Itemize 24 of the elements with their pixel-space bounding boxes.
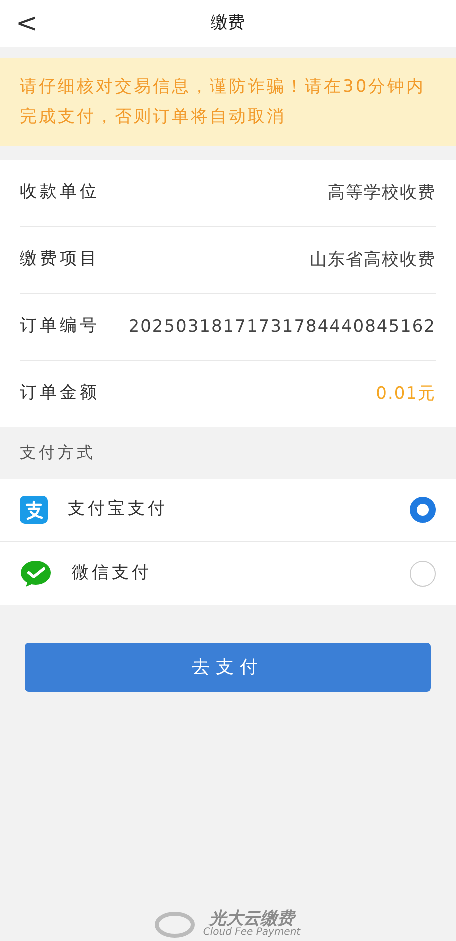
radio-button[interactable]: [410, 497, 436, 523]
field-label: 收款单位: [20, 181, 100, 204]
field-value: 山东省高校收费: [310, 249, 436, 272]
page-title: 缴费: [211, 12, 245, 35]
cloud-logo-icon: [155, 912, 196, 938]
brand-tagline: Cloud Fee Payment: [203, 928, 301, 938]
pay-button[interactable]: 去支付: [25, 643, 431, 692]
payment-name: 微信支付: [72, 562, 153, 585]
chat-bubble-icon: [20, 560, 52, 588]
radio-button[interactable]: [410, 560, 436, 586]
warning-banner: 请仔细核对交易信息，谨防诈骗！请在30分钟内完成支付，否则订单将自动取消: [0, 58, 456, 146]
field-value: 0.01元: [376, 383, 436, 406]
field-value: 高等学校收费: [328, 182, 436, 205]
payment-option[interactable]: 支付宝支付: [0, 479, 456, 542]
section-label: 支付方式: [20, 443, 96, 462]
payment-app-icon: [20, 496, 48, 524]
field-value: 20250318171731784440845162: [128, 316, 436, 339]
brand-name: 光大云缴费: [210, 911, 294, 928]
field-label: 订单编号: [20, 315, 100, 338]
field-label: 订单金额: [20, 382, 100, 405]
field-label: 缴费项目: [20, 248, 100, 271]
payment-name: 支付宝支付: [68, 498, 169, 522]
payment-option[interactable]: 微信支付: [0, 542, 456, 605]
back-button[interactable]: <: [16, 10, 38, 36]
